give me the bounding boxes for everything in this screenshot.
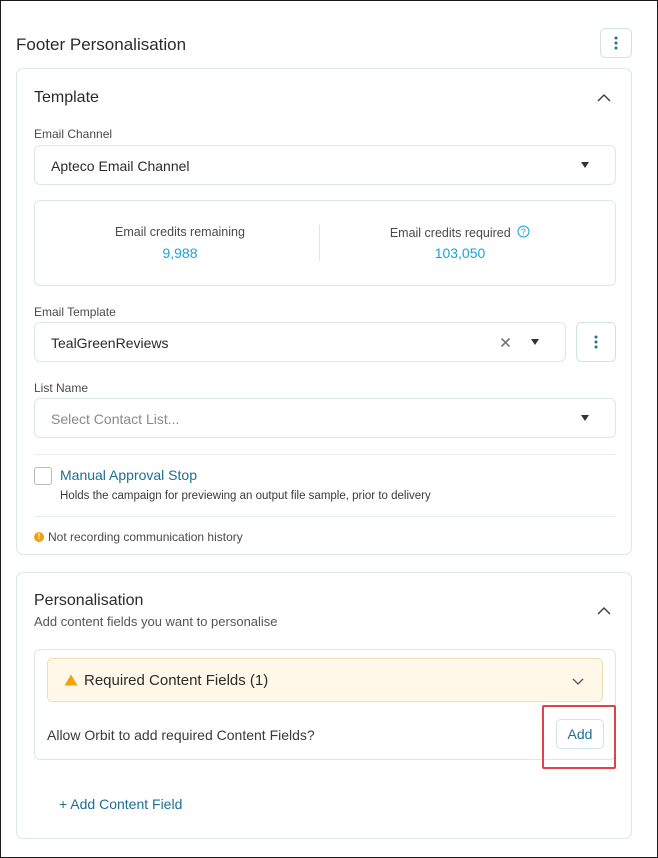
list-name-label: List Name [34, 381, 89, 395]
page-menu-button[interactable] [600, 28, 632, 58]
required-content-fields-header[interactable]: Required Content Fields (1) [47, 658, 603, 702]
credits-required-value: 103,050 [434, 245, 486, 261]
divider [34, 516, 616, 517]
list-name-placeholder: Select Contact List... [51, 411, 180, 427]
credits-panel: Email credits remaining 9,988 Email cred… [34, 200, 616, 286]
email-channel-select[interactable]: Apteco Email Channel [34, 145, 616, 185]
manual-approval-checkbox[interactable] [34, 467, 52, 485]
email-channel-value: Apteco Email Channel [51, 158, 190, 174]
caret-down-icon [581, 415, 589, 421]
template-card: Template Email Channel Apteco Email Chan… [16, 68, 632, 555]
chevron-up-icon[interactable] [595, 89, 613, 107]
svg-text:?: ? [521, 227, 526, 237]
warning-triangle-icon [64, 674, 78, 686]
required-content-fields-title: Required Content Fields (1) [84, 672, 269, 689]
list-name-select[interactable]: Select Contact List... [34, 398, 616, 438]
email-template-select[interactable]: TealGreenReviews [34, 322, 566, 362]
vertical-dots-icon [594, 335, 598, 349]
credits-remaining-value: 9,988 [162, 245, 198, 261]
credits-required-label: Email credits required [389, 226, 511, 240]
template-card-title: Template [34, 89, 99, 106]
question-circle-icon[interactable]: ? [517, 225, 530, 238]
add-content-field-link[interactable]: + Add Content Field [59, 796, 182, 812]
credits-remaining-label: Email credits remaining [115, 225, 245, 239]
manual-approval-label[interactable]: Manual Approval Stop [60, 467, 197, 483]
personalisation-card-subtitle: Add content fields you want to personali… [34, 614, 278, 629]
credits-required-label-row: Email credits required ? [315, 225, 605, 240]
email-template-value: TealGreenReviews [51, 335, 169, 351]
divider [34, 454, 616, 455]
required-content-fields-box: Required Content Fields (1) Allow Orbit … [34, 649, 616, 760]
email-template-label: Email Template [34, 305, 116, 319]
personalisation-card-title: Personalisation [34, 592, 144, 609]
vertical-dots-icon [614, 36, 618, 50]
credits-required: Email credits required ? 103,050 [315, 201, 605, 287]
email-template-menu-button[interactable] [576, 322, 616, 362]
warning-circle-icon: ! [34, 532, 44, 542]
panel-frame: Footer Personalisation Template Email Ch… [0, 0, 658, 858]
caret-down-icon [581, 162, 589, 168]
highlight-box [542, 705, 616, 769]
history-notice: Not recording communication history [48, 530, 243, 544]
page-title: Footer Personalisation [16, 35, 187, 54]
caret-down-icon [531, 339, 539, 345]
allow-add-prompt: Allow Orbit to add required Content Fiel… [47, 727, 315, 743]
email-channel-label: Email Channel [34, 127, 113, 141]
chevron-up-icon[interactable] [595, 602, 613, 620]
chevron-down-icon[interactable] [571, 674, 585, 688]
personalisation-card: Personalisation Add content fields you w… [16, 572, 632, 839]
close-icon[interactable] [500, 337, 511, 348]
manual-approval-description: Holds the campaign for previewing an out… [60, 490, 431, 502]
credits-remaining: Email credits remaining 9,988 [35, 201, 325, 287]
